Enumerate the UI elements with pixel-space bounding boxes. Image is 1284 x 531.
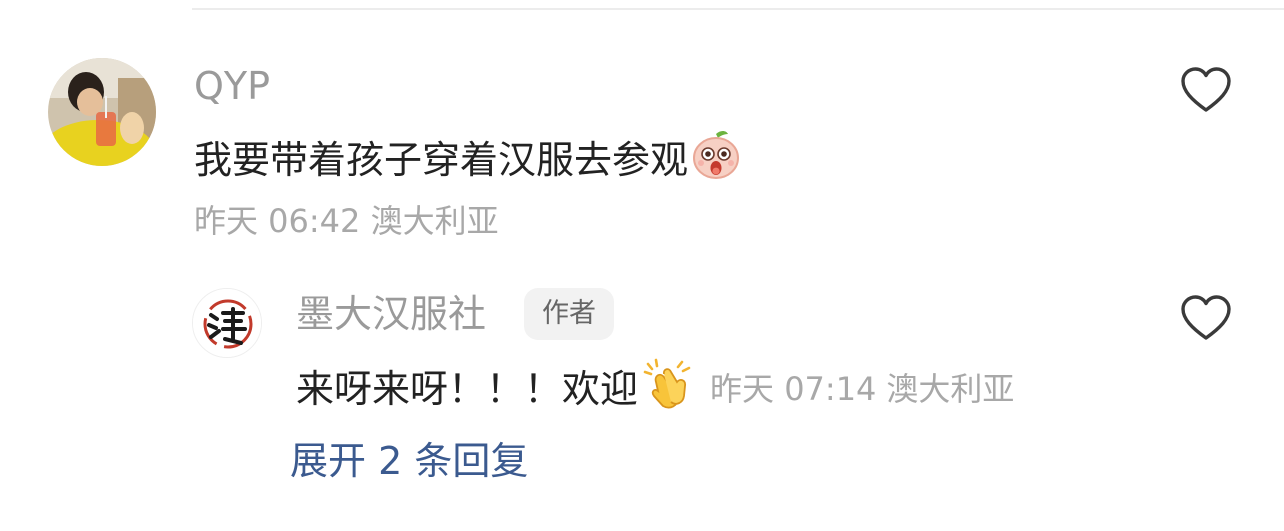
face-emoji-icon bbox=[690, 128, 742, 191]
clapping-hands-icon bbox=[642, 356, 696, 421]
comment-meta: 昨天 06:42 澳大利亚 bbox=[194, 201, 499, 241]
commenter-username[interactable]: QYP bbox=[194, 64, 270, 108]
comment-time: 昨天 06:42 bbox=[194, 202, 361, 240]
expand-replies-button[interactable]: 展开 2 条回复 bbox=[290, 438, 528, 484]
reply-text-label: 来呀来呀！！！欢迎 bbox=[296, 366, 639, 411]
top-divider bbox=[192, 8, 1284, 10]
reply-like-heart-icon[interactable] bbox=[1180, 294, 1232, 342]
reply-location: 澳大利亚 bbox=[886, 369, 1015, 408]
author-badge: 作者 bbox=[524, 288, 614, 340]
comment-location: 澳大利亚 bbox=[370, 202, 499, 240]
author-avatar[interactable] bbox=[192, 288, 262, 358]
reply-text: 来呀来呀！！！欢迎 昨天 07:14 澳大利亚 bbox=[296, 356, 1014, 421]
comment-text: 我要带着孩子穿着汉服去参观 bbox=[194, 128, 742, 191]
like-heart-icon[interactable] bbox=[1180, 66, 1232, 114]
comment-text-label: 我要带着孩子穿着汉服去参观 bbox=[194, 137, 689, 182]
author-username[interactable]: 墨大汉服社 bbox=[296, 292, 486, 336]
reply-time: 昨天 07:14 bbox=[710, 369, 877, 408]
commenter-avatar[interactable] bbox=[48, 58, 156, 166]
